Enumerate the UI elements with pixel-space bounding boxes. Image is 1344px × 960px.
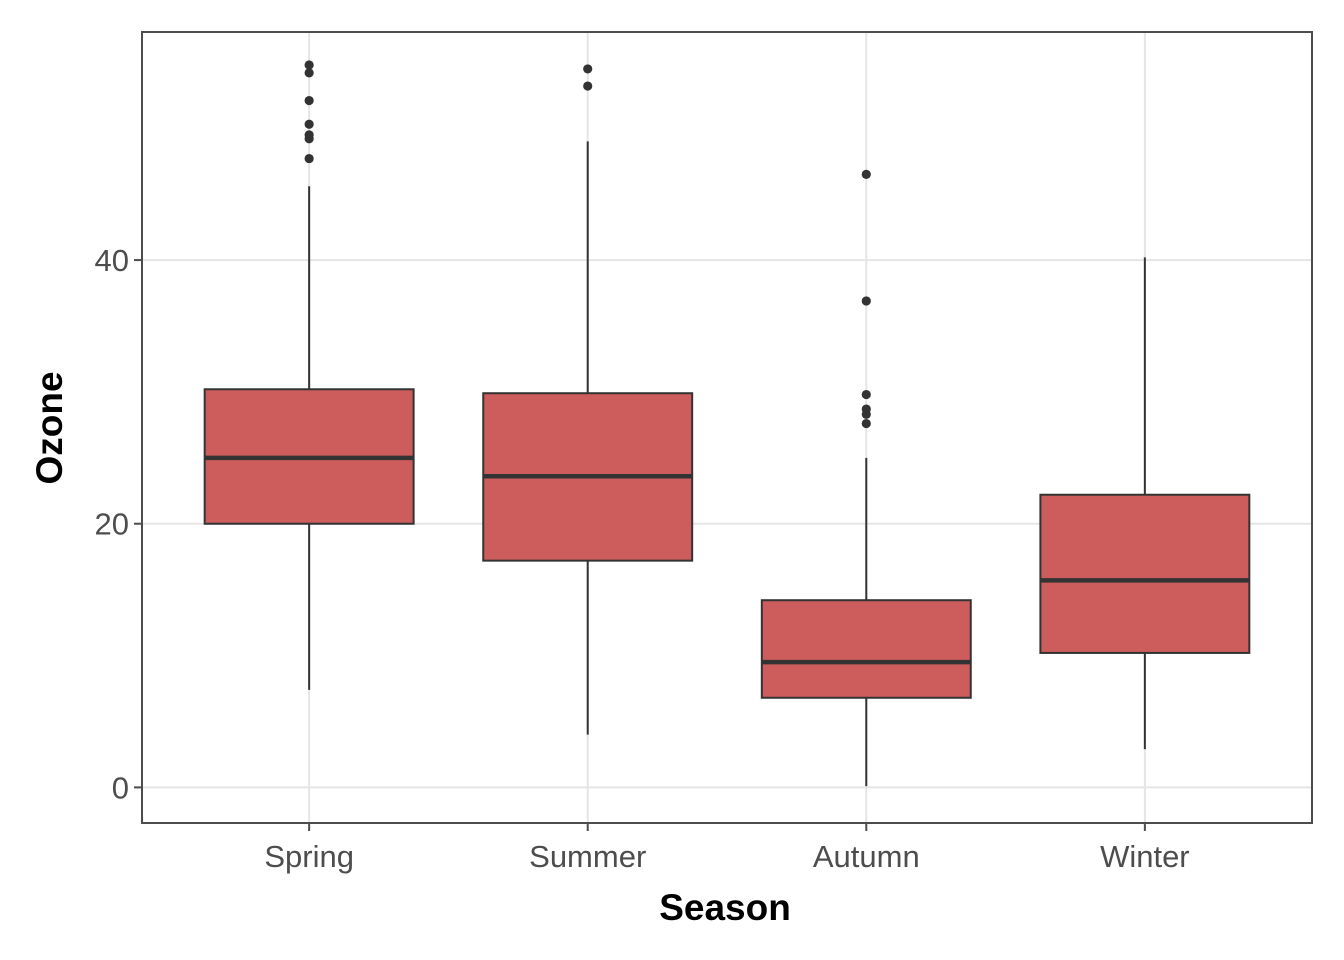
outlier-point (861, 389, 871, 400)
x-tick-label: Summer (529, 839, 646, 874)
y-tick-label: 0 (112, 770, 129, 805)
outlier-point (304, 60, 314, 70)
x-tick-label: Spring (264, 839, 354, 874)
outlier-point (304, 119, 314, 129)
outlier-point (583, 81, 593, 91)
outlier-point (583, 64, 593, 74)
outlier-point (861, 409, 871, 419)
y-tick-label: 20 (95, 507, 129, 542)
x-axis-title: Season (659, 887, 791, 928)
outlier-point (304, 68, 314, 78)
iqr-box (760, 599, 972, 699)
y-tick-label: 40 (95, 243, 129, 278)
x-tick-label: Winter (1100, 839, 1190, 874)
outlier-point (861, 418, 871, 429)
outlier-point (861, 296, 871, 306)
outlier-point (861, 169, 871, 179)
outlier-point (304, 153, 314, 164)
outlier-point (304, 95, 314, 106)
outlier-point (304, 134, 314, 144)
iqr-box (1039, 493, 1251, 654)
x-tick-label: Autumn (813, 839, 920, 874)
y-axis-title: Ozone (29, 371, 70, 484)
boxplot-chart: 0 20 40 Spring Summer Autumn Winter Season Oz… (0, 0, 1344, 960)
